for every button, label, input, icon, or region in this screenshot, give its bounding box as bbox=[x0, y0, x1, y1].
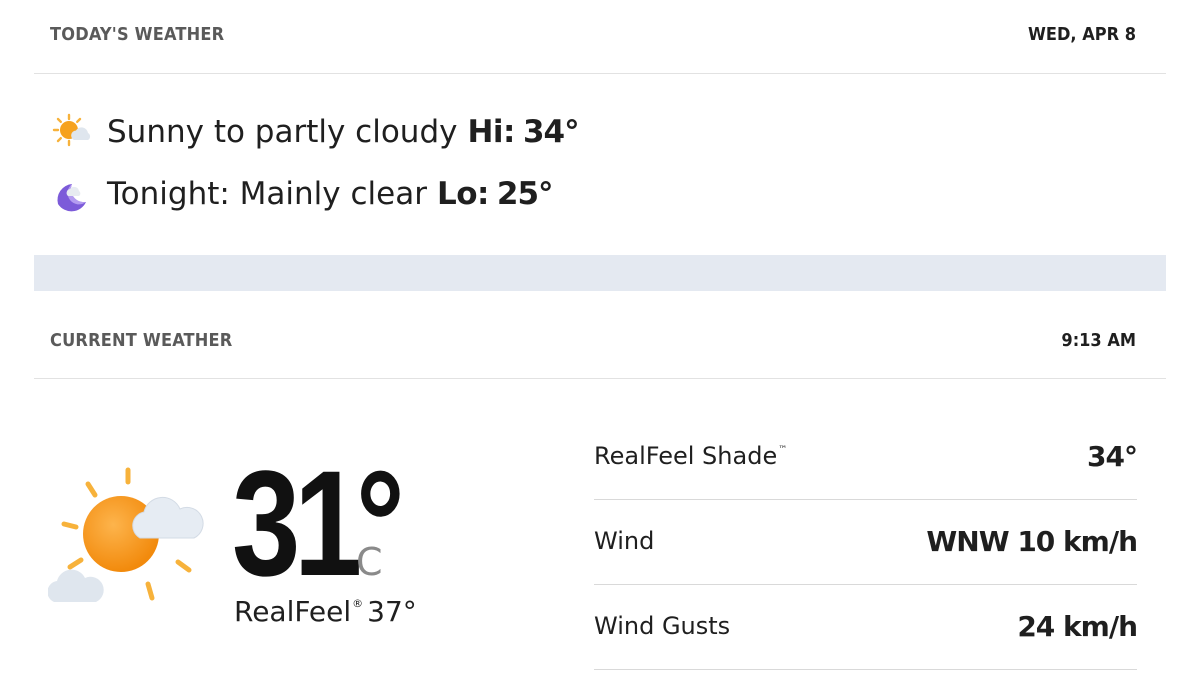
observation-time: 9:13 AM bbox=[1061, 330, 1136, 351]
todays-weather-title: TODAY'S WEATHER bbox=[50, 24, 225, 45]
hi-temperature: 34° bbox=[522, 114, 580, 150]
trademark-mark: ™ bbox=[778, 445, 788, 455]
realfeel-shade-value: 34° bbox=[1087, 440, 1138, 473]
realfeel-mark: ® bbox=[352, 597, 364, 610]
detail-row-wind-gusts: Wind Gusts 24 km/h bbox=[594, 585, 1138, 670]
realfeel-value: 37° bbox=[367, 595, 417, 628]
detail-row-realfeel-shade: RealFeel Shade™ 34° bbox=[594, 415, 1138, 500]
sun-clouds-icon bbox=[48, 467, 204, 602]
lo-label: Lo: bbox=[436, 176, 489, 212]
wind-value: WNW 10 km/h bbox=[926, 525, 1138, 558]
realfeel-temperature: RealFeel® 37° bbox=[234, 595, 417, 628]
detail-label: RealFeel Shade™ bbox=[594, 442, 787, 470]
night-forecast-row[interactable]: Tonight: Mainly clear Lo: 25° bbox=[52, 172, 554, 216]
wind-label: Wind bbox=[594, 527, 655, 555]
hi-label: Hi: bbox=[467, 114, 515, 150]
moon-icon bbox=[57, 184, 86, 212]
todays-weather-header: TODAY'S WEATHER WED, APR 8 bbox=[34, 0, 1166, 74]
forecast-date: WED, APR 8 bbox=[1028, 24, 1136, 45]
current-weather-title: CURRENT WEATHER bbox=[50, 330, 233, 351]
sun-cloud-icon bbox=[52, 113, 91, 147]
temperature-unit: C bbox=[356, 540, 383, 584]
realfeel-shade-label: RealFeel Shade bbox=[594, 442, 778, 470]
day-condition: Sunny to partly cloudy bbox=[107, 114, 458, 150]
weather-card: TODAY'S WEATHER WED, APR 8 Sunny to part… bbox=[34, 0, 1166, 675]
day-forecast-row[interactable]: Sunny to partly cloudy Hi: 34° bbox=[52, 110, 580, 154]
detail-row-wind: Wind WNW 10 km/h bbox=[594, 500, 1138, 585]
night-condition: Tonight: Mainly clear bbox=[107, 176, 427, 212]
wind-gusts-value: 24 km/h bbox=[1017, 610, 1138, 643]
current-details-list: RealFeel Shade™ 34° Wind WNW 10 km/h Win… bbox=[594, 415, 1138, 670]
lo-temperature: 25° bbox=[496, 176, 554, 212]
section-divider bbox=[34, 255, 1166, 291]
current-weather-header: CURRENT WEATHER 9:13 AM bbox=[34, 306, 1166, 379]
wind-gusts-label: Wind Gusts bbox=[594, 612, 731, 640]
realfeel-label: RealFeel bbox=[234, 595, 352, 628]
